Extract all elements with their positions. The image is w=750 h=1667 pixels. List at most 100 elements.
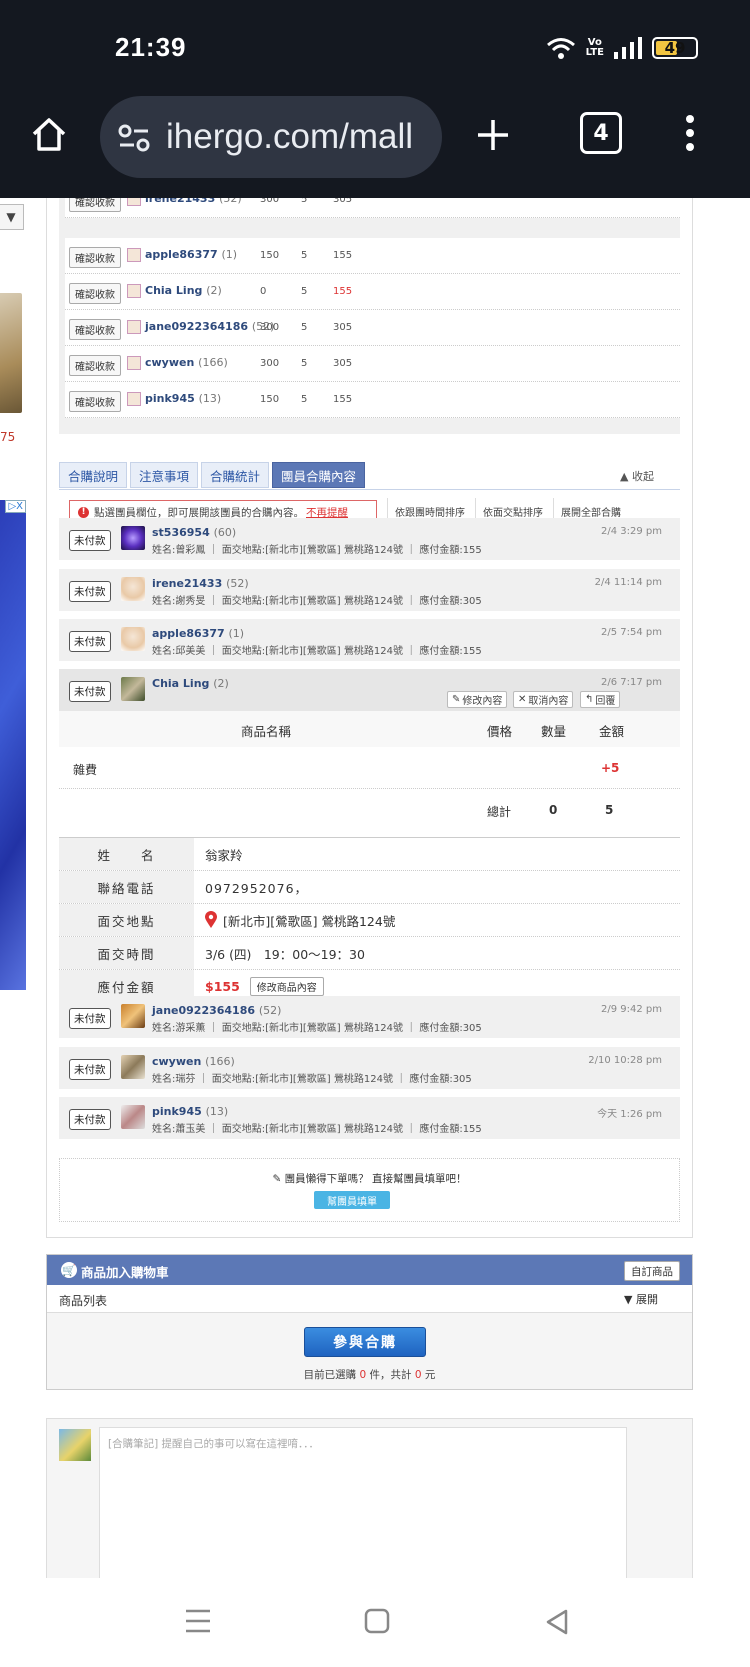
payment-row: 確認收款 irene21433 (52) 300 5 305: [65, 198, 680, 218]
unpaid-badge[interactable]: 未付款: [69, 530, 111, 551]
order-date: 2/4 11:14 pm: [594, 576, 662, 588]
member-info: 姓名:謝秀旻 ｜ 面交地點:[新北市][鶯歌區] 鶯桃路124號 ｜ 應付金額:…: [152, 595, 482, 607]
site-settings-icon[interactable]: [118, 124, 150, 152]
unpaid-badge[interactable]: 未付款: [69, 1058, 111, 1080]
home-button[interactable]: [26, 112, 72, 158]
avatar: [127, 284, 141, 298]
product-thumbnail[interactable]: [0, 293, 22, 413]
member-name[interactable]: Chia Ling (2): [152, 677, 229, 690]
notes-input[interactable]: [合購筆記] 提醒自己的事可以寫在這裡唷．．．: [99, 1427, 627, 1578]
confirm-payment-button[interactable]: 確認收款: [69, 355, 121, 376]
status-bar: 21:39 Vo LTE 49: [0, 0, 750, 90]
reply-icon: ↰: [585, 694, 594, 705]
expanded-member-order: 未付款 Chia Ling (2) 2/6 7:17 pm ✎ 修改內容 ✕ 取消內…: [59, 669, 680, 1004]
member-name[interactable]: irene21433 (52): [145, 198, 242, 205]
join-group-buy-button[interactable]: 參與合購: [304, 1327, 426, 1357]
member-name[interactable]: irene21433 (52): [152, 577, 249, 590]
member-row-expanded[interactable]: 未付款 Chia Ling (2) 2/6 7:17 pm ✎ 修改內容 ✕ 取消內…: [59, 669, 680, 711]
avatar: [127, 320, 141, 334]
address-bar[interactable]: ihergo.com/mall: [100, 96, 442, 178]
fee-cell: 5: [301, 394, 308, 405]
order-date: 2/5 7:54 pm: [601, 627, 662, 638]
member-row[interactable]: 未付款 irene21433 (52) 姓名:謝秀旻 ｜ 面交地點:[新北市][鶯歌…: [59, 568, 680, 611]
member-name[interactable]: pink945 (13): [145, 392, 221, 405]
collapse-button[interactable]: ▲ 收起: [620, 468, 654, 484]
menu-lines-icon: [186, 1609, 210, 1633]
member-name[interactable]: cwywen (166): [145, 356, 228, 369]
fee-cell: 5: [301, 250, 308, 261]
back-nav-button[interactable]: [544, 1608, 570, 1640]
home-icon: [32, 118, 66, 151]
confirm-payment-button[interactable]: 確認收款: [69, 198, 121, 212]
unpaid-badge[interactable]: 未付款: [69, 631, 111, 652]
map-pin-icon[interactable]: [205, 911, 217, 929]
tab-divider: [59, 489, 680, 490]
cart-panel: 🛒 商品加入購物車 自訂商品 商品列表 ▼ 展開 參與合購 目前已選購 0 件，…: [46, 1254, 693, 1390]
left-dropdown[interactable]: ▼: [0, 204, 24, 230]
member-name[interactable]: Chia Ling (2): [145, 284, 222, 297]
ad-banner[interactable]: ▷X: [0, 500, 26, 990]
left-price: 75: [0, 430, 16, 444]
edit-content-button[interactable]: ✎ 修改內容: [447, 691, 508, 708]
back-triangle-icon: [546, 1609, 568, 1635]
member-name[interactable]: cwywen (166): [152, 1055, 235, 1068]
confirm-payment-button[interactable]: 確認收款: [69, 391, 121, 412]
avatar: [121, 1004, 145, 1028]
home-nav-button[interactable]: [364, 1608, 390, 1638]
expand-products-button[interactable]: ▼ 展開: [624, 1291, 658, 1307]
unpaid-badge[interactable]: 未付款: [69, 681, 111, 702]
member-name[interactable]: apple86377 (1): [145, 248, 237, 261]
sort-by-place[interactable]: 依面交點排序: [483, 504, 543, 519]
reply-button[interactable]: ↰ 回覆: [580, 691, 621, 708]
fee-cell: 5: [301, 322, 308, 333]
tab-notes[interactable]: 注意事項: [130, 462, 199, 488]
tab-description[interactable]: 合購說明: [59, 462, 128, 488]
fill-for-member-button[interactable]: 幫團員填單: [314, 1191, 390, 1209]
more-menu-button[interactable]: [680, 110, 700, 156]
member-name[interactable]: st536954 (60): [152, 526, 236, 539]
member-row[interactable]: 未付款 pink945 (13) 姓名:蕭玉美 ｜ 面交地點:[新北市][鶯歌區] …: [59, 1097, 680, 1139]
unpaid-badge[interactable]: 未付款: [69, 1008, 111, 1029]
payment-row: 確認收款 apple86377 (1) 150 5 155: [65, 238, 680, 274]
avatar: [127, 356, 141, 370]
ad-choices-icon[interactable]: ▷X: [5, 500, 26, 513]
member-row[interactable]: 未付款 jane0922364186 (52) 姓名:游采薰 ｜ 面交地點:[新北市…: [59, 996, 680, 1038]
member-info: 姓名:瑞芬 ｜ 面交地點:[新北市][鶯歌區] 鶯桃路124號 ｜ 應付金額:3…: [152, 1073, 472, 1085]
payment-list: 確認收款 irene21433 (52) 300 5 305 確認收款 apple86377…: [59, 198, 680, 434]
tab-bar: 合購說明 注意事項 合購統計 團員合購內容 ▲ 收起: [59, 462, 680, 490]
new-tab-button[interactable]: [470, 112, 516, 158]
fee-cell: 5: [301, 286, 308, 297]
custom-product-button[interactable]: 自訂商品: [624, 1261, 680, 1281]
fee-cell: 5: [301, 198, 308, 205]
confirm-payment-button[interactable]: 確認收款: [69, 247, 121, 268]
square-icon: [364, 1608, 390, 1634]
member-row[interactable]: 未付款 cwywen (166) 姓名:瑞芬 ｜ 面交地點:[新北市][鶯歌區] 鶯…: [59, 1046, 680, 1089]
edit-icon: ✎: [272, 1173, 282, 1185]
total-cell: 155: [333, 286, 353, 297]
member-name[interactable]: jane0922364186 (52): [152, 1004, 281, 1017]
sort-by-join-time[interactable]: 依跟團時間排序: [395, 504, 465, 519]
confirm-payment-button[interactable]: 確認收款: [69, 283, 121, 304]
warning-icon: !: [78, 506, 89, 518]
volte-icon: Vo LTE: [585, 37, 604, 58]
unpaid-badge[interactable]: 未付款: [69, 580, 111, 602]
price-cell: 300: [260, 198, 280, 205]
member-name[interactable]: apple86377 (1): [152, 627, 244, 640]
member-row[interactable]: 未付款 apple86377 (1) 姓名:邱美美 ｜ 面交地點:[新北市][鶯歌區…: [59, 619, 680, 661]
recent-apps-button[interactable]: [184, 1608, 212, 1638]
member-name[interactable]: pink945 (13): [152, 1105, 228, 1118]
confirm-payment-button[interactable]: 確認收款: [69, 319, 121, 340]
user-avatar: [59, 1429, 91, 1461]
cancel-content-button[interactable]: ✕ 取消內容: [513, 691, 574, 708]
edit-items-button[interactable]: 修改商品內容: [249, 977, 324, 996]
tab-stats[interactable]: 合購統計: [201, 462, 270, 488]
avatar: [127, 248, 141, 262]
notes-panel: [合購筆記] 提醒自己的事可以寫在這裡唷．．．: [46, 1418, 693, 1578]
member-name[interactable]: jane0922364186 (52): [145, 320, 274, 333]
expand-all-orders[interactable]: 展開全部合購: [561, 504, 621, 519]
unpaid-badge[interactable]: 未付款: [69, 1109, 111, 1130]
member-row[interactable]: 未付款 st536954 (60) 姓名:曾彩鳳 ｜ 面交地點:[新北市][鶯歌區]…: [59, 518, 680, 560]
tab-member-orders[interactable]: 團員合購內容: [272, 462, 366, 488]
url-text: ihergo.com/mall: [166, 117, 414, 156]
tab-switcher-button[interactable]: 4: [580, 112, 622, 154]
